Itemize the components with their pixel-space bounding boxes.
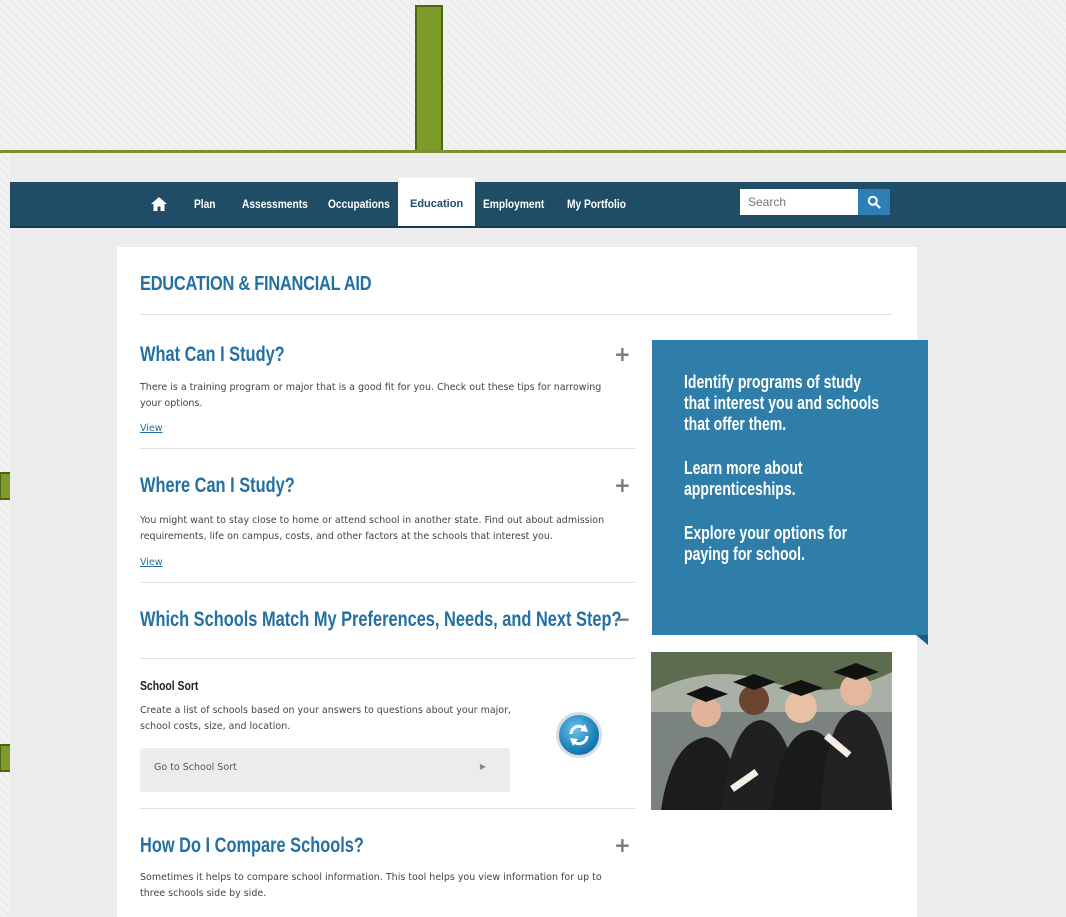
title-divider bbox=[140, 314, 892, 315]
search-button[interactable] bbox=[858, 189, 890, 215]
section-compare-schools-text: Sometimes it helps to compare school inf… bbox=[140, 872, 602, 899]
page-title: EDUCATION & FINANCIAL AID bbox=[140, 273, 372, 295]
go-to-school-sort-label: Go to School Sort bbox=[154, 762, 237, 773]
main-navbar: Plan Assessments Occupations Education E… bbox=[10, 178, 1066, 228]
nav-my-portfolio[interactable]: My Portfolio bbox=[567, 182, 626, 226]
expand-plus-icon[interactable]: + bbox=[614, 344, 631, 364]
section-divider bbox=[140, 448, 635, 449]
section-divider bbox=[140, 808, 635, 809]
school-sort-text: Create a list of schools based on your a… bbox=[140, 705, 512, 732]
refresh-arrows-icon bbox=[569, 724, 589, 746]
caret-right-icon: ▶ bbox=[479, 762, 486, 771]
panel-line: that offer them. bbox=[684, 414, 787, 434]
expand-plus-icon[interactable]: + bbox=[614, 475, 631, 495]
view-link[interactable]: View bbox=[140, 423, 163, 434]
panel-line[interactable]: paying for school. bbox=[684, 544, 805, 565]
panel-line: that interest you and schools bbox=[684, 393, 880, 413]
nav-employment[interactable]: Employment bbox=[483, 182, 544, 226]
search-icon bbox=[867, 195, 881, 209]
section-divider bbox=[140, 582, 635, 583]
section-which-schools-match-title[interactable]: Which Schools Match My Preferences, Need… bbox=[140, 608, 622, 632]
panel-line: Identify programs of study bbox=[684, 372, 862, 392]
section-what-can-i-study-text: There is a training program or major tha… bbox=[140, 382, 602, 409]
promo-panel: Identify programs of study that interest… bbox=[652, 340, 928, 645]
section-divider bbox=[140, 658, 635, 659]
school-sort-title: School Sort bbox=[140, 678, 199, 693]
section-what-can-i-study-title[interactable]: What Can I Study? bbox=[140, 343, 285, 367]
nav-occupations[interactable]: Occupations bbox=[328, 182, 390, 226]
school-sort-icon bbox=[556, 712, 602, 758]
nav-education[interactable]: Education bbox=[398, 178, 476, 226]
search-input[interactable] bbox=[740, 189, 858, 215]
panel-line[interactable]: Learn more about bbox=[684, 458, 803, 479]
section-compare-schools-title[interactable]: How Do I Compare Schools? bbox=[140, 834, 364, 858]
collapse-minus-icon[interactable]: − bbox=[614, 609, 631, 629]
home-icon[interactable] bbox=[150, 195, 168, 213]
go-to-school-sort-button[interactable]: Go to School Sort ▶ bbox=[140, 748, 510, 792]
panel-line[interactable]: Explore your options for bbox=[684, 523, 847, 544]
nav-plan[interactable]: Plan bbox=[194, 182, 216, 226]
section-where-can-i-study-text: You might want to stay close to home or … bbox=[140, 515, 605, 542]
section-where-can-i-study-title[interactable]: Where Can I Study? bbox=[140, 474, 295, 498]
panel-line[interactable]: apprenticeships. bbox=[684, 479, 796, 500]
expand-plus-icon[interactable]: + bbox=[614, 835, 631, 855]
view-link[interactable]: View bbox=[140, 557, 163, 568]
nav-assessments[interactable]: Assessments bbox=[242, 182, 308, 226]
graduates-photo bbox=[651, 652, 892, 810]
